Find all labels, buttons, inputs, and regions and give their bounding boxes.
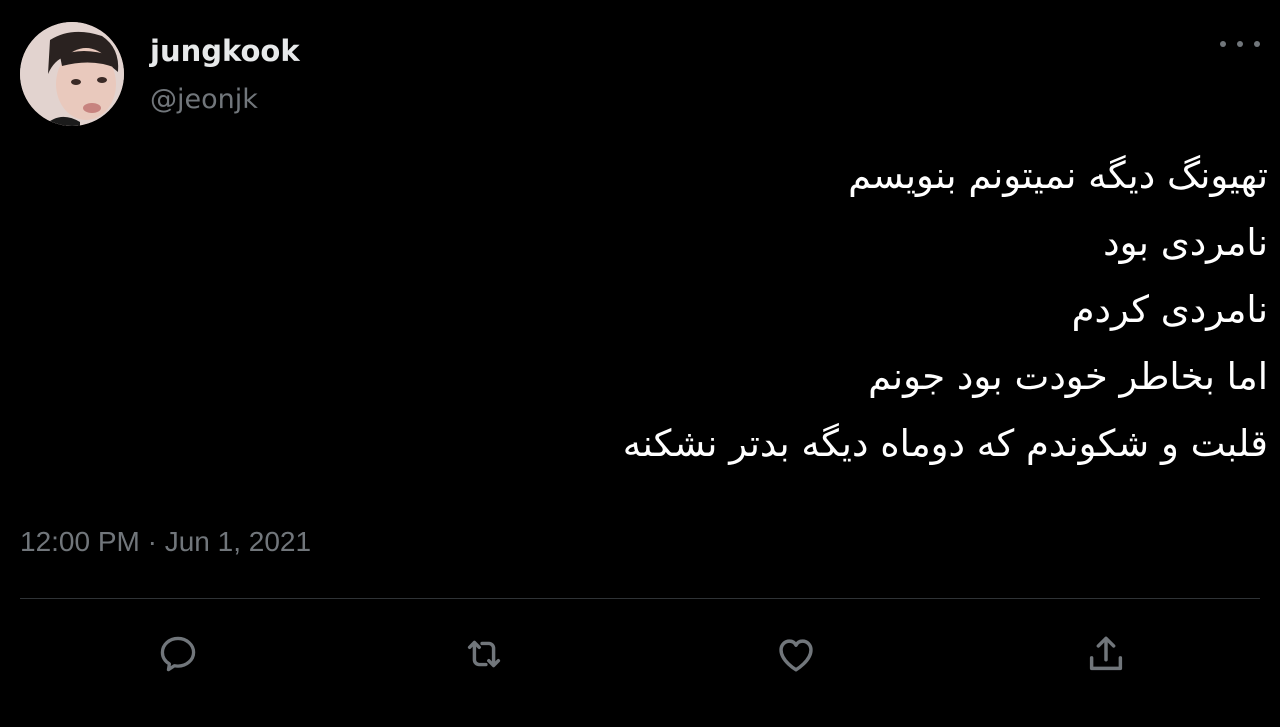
reply-button[interactable]: [154, 630, 202, 678]
display-name[interactable]: jungkook: [150, 34, 300, 68]
share-button[interactable]: [1082, 630, 1130, 678]
share-icon: [1089, 636, 1123, 671]
tweet-text: تهیونگ دیگه نمیتونم بنویسم نامردی بود نا…: [168, 142, 1268, 477]
tweet-line: قلبت و شکوندم که دوماه دیگه بدتر نشکنه: [622, 422, 1268, 465]
reply-icon: [160, 636, 196, 672]
retweet-button[interactable]: [460, 630, 508, 678]
tweet-line: اما بخاطر خودت بود جونم: [868, 355, 1268, 398]
dot: [1237, 41, 1243, 47]
like-button[interactable]: [772, 630, 820, 678]
timestamp[interactable]: 12:00 PM · Jun 1, 2021: [20, 526, 311, 558]
handle[interactable]: @jeonjk: [150, 84, 258, 115]
dot: [1254, 41, 1260, 47]
more-options-icon[interactable]: [1218, 30, 1262, 58]
tweet-line: تهیونگ دیگه نمیتونم بنویسم: [848, 154, 1268, 197]
heart-icon: [779, 639, 813, 672]
dot: [1220, 41, 1226, 47]
divider: [20, 598, 1260, 599]
profile-photo-icon: [20, 22, 124, 126]
tweet: jungkook @jeonjk تهیونگ دیگه نمیتونم بنو…: [0, 0, 1280, 727]
retweet-icon: [467, 640, 501, 668]
avatar[interactable]: [20, 22, 124, 126]
tweet-line: نامردی کردم: [1071, 288, 1268, 331]
tweet-line: نامردی بود: [1103, 221, 1268, 264]
